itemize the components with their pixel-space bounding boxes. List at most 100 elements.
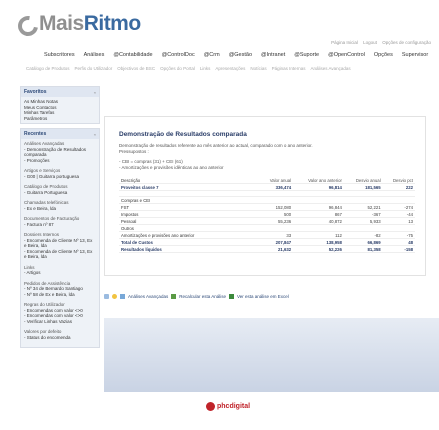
recent-item[interactable]: - Demonstração de Resultados comparada [24, 147, 96, 158]
table-cell: 66,869 [343, 238, 383, 246]
table-cell: 5,933 [343, 217, 383, 225]
recent-item[interactable]: - Status do encomenda [24, 335, 96, 341]
table-cell [343, 196, 383, 204]
table-cell: 181,565 [343, 183, 383, 191]
home-link[interactable]: Página Inicial [331, 40, 358, 45]
table-cell [259, 196, 294, 204]
content-background [104, 318, 439, 392]
recent-item[interactable]: - Guitarra Portuguesa [24, 190, 96, 196]
submenu-item[interactable]: Notícias [250, 66, 266, 71]
table-row: Pessoal 55,236 40,872 5,933 13 [119, 217, 415, 225]
table-cell: 152,080 [259, 203, 294, 211]
table-row: Compras e CEI [119, 196, 415, 204]
submenu-item[interactable]: Apresentações [215, 66, 245, 71]
menu-item-analises[interactable]: Análises [84, 52, 105, 58]
recent-item[interactable]: - Nº 58 de Ex e Beira, lda [24, 292, 96, 298]
main-menu: Subscritores Análises @Contabilidade @Co… [44, 52, 428, 58]
excel-link[interactable]: Ver esta análise em Excel [237, 294, 289, 299]
table-row: Proveitos classe 7 336,474 96,814 181,565 22… [119, 183, 415, 191]
table-cell: 55,236 [259, 217, 294, 225]
report-formulas: - CBI = compras (31) + CEI (61) - Amorti… [119, 159, 224, 170]
left-sidebar: Favoritos « As Minhas Notas Meus Contacto… [20, 86, 100, 402]
table-cell: 867 [293, 210, 344, 218]
submenu-item[interactable]: Análises Avançadas [310, 66, 350, 71]
submenu-item[interactable]: Opções do Portal [160, 66, 195, 71]
submenu-item[interactable]: Perfis do Utilizador [75, 66, 113, 71]
analyses-link[interactable]: Análises Avançadas [128, 294, 168, 299]
table-cell: -158 [382, 245, 415, 253]
table-cell: -274 [382, 203, 415, 211]
back-icon[interactable] [104, 294, 109, 299]
phc-logo-icon [206, 402, 215, 411]
menu-item-controldoc[interactable]: @ControlDoc [162, 52, 195, 58]
favorites-title: Favoritos [24, 89, 47, 95]
table-cell: 52,221 [343, 203, 383, 211]
menu-item-supervisor[interactable]: Supervisor [402, 52, 428, 58]
star-icon[interactable] [112, 294, 117, 299]
menu-item-opcoes[interactable]: Opções [374, 52, 393, 58]
table-cell: 48 [382, 238, 415, 246]
menu-item-crm[interactable]: @Crm [204, 52, 220, 58]
settings-link[interactable]: Opções de configuração [382, 40, 431, 45]
recent-item[interactable]: - G00 | Guitarra portuguesa [24, 174, 96, 180]
table-row: Outros [119, 224, 415, 232]
menu-item-suporte[interactable]: @Suporte [294, 52, 319, 58]
recent-item[interactable]: - Factura nº 87 [24, 222, 96, 228]
list-icon[interactable] [120, 294, 125, 299]
table-cell: 96,814 [293, 183, 344, 191]
collapse-icon[interactable]: « [94, 132, 96, 137]
recalculate-link[interactable]: Recalcular esta Análise [179, 294, 226, 299]
recent-item[interactable]: - Encomenda de Cliente Nº 13, Ex e Beira… [24, 238, 96, 249]
favorite-item[interactable]: Parâmetros [24, 116, 96, 122]
report-panel: Demonstração de Resultados comparada Dem… [104, 116, 426, 276]
table-cell: 33 [259, 231, 294, 239]
collapse-icon[interactable]: « [94, 90, 96, 95]
row-label: Compras e CEI [119, 196, 259, 204]
logout-link[interactable]: Logout [363, 40, 377, 45]
menu-item-subscritores[interactable]: Subscritores [44, 52, 75, 58]
menu-item-gestao[interactable]: @Gestão [229, 52, 252, 58]
excel-icon [228, 294, 234, 299]
table-cell: 112 [293, 231, 344, 239]
phc-logo[interactable]: phcdigital [206, 402, 250, 411]
table-cell: 222 [382, 183, 415, 191]
table-cell: 21,632 [259, 245, 294, 253]
table-cell: 500 [259, 210, 294, 218]
table-cell [382, 196, 415, 204]
table-row: FST 152,080 96,844 52,221 -274 [119, 203, 415, 211]
submenu-item[interactable]: Catálogo de Produtos [26, 66, 70, 71]
table-cell: 207,847 [259, 238, 294, 246]
table-cell: 138,958 [293, 238, 344, 246]
row-label: Total de Custos [119, 238, 259, 246]
table-cell: -75 [382, 231, 415, 239]
recent-item[interactable]: - Artigos [24, 270, 96, 276]
menu-item-opencontrol[interactable]: @OpenControl [328, 52, 365, 58]
submenu-item[interactable]: Objectivos de BSC [117, 66, 155, 71]
table-cell [382, 224, 415, 232]
app-logo[interactable]: MaisRitmo [14, 12, 141, 40]
row-label: FST [119, 203, 259, 211]
recent-item[interactable]: - Verificar Linhas Vazias [24, 319, 96, 325]
menu-item-contabilidade[interactable]: @Contabilidade [113, 52, 152, 58]
table-cell: 81,358 [343, 245, 383, 253]
recent-item[interactable]: - Promoções [24, 158, 96, 164]
table-cell [293, 196, 344, 204]
logo-mark-icon [14, 12, 42, 40]
recent-item[interactable]: - Encomenda de Cliente Nº 13, Ex e Beira… [24, 249, 96, 260]
row-label: Outros [119, 224, 259, 232]
sub-menu: Catálogo de Produtos Perfis do Utilizado… [26, 66, 351, 71]
table-cell: -44 [382, 210, 415, 218]
top-links: Página Inicial Logout Opções de configur… [327, 40, 431, 45]
table-cell: 52,226 [293, 245, 344, 253]
menu-item-intranet[interactable]: @Intranet [261, 52, 285, 58]
row-label: Impostos [119, 210, 259, 218]
table-row: Total de Custos 207,847 138,958 66,869 48 [119, 238, 415, 246]
submenu-item[interactable]: Links [200, 66, 211, 71]
submenu-item[interactable]: Páginas Internas [272, 66, 306, 71]
row-label: Proveitos classe 7 [119, 183, 259, 191]
logo-text-left: Mais [39, 12, 84, 35]
recent-item[interactable]: - Ex e Beira, lda [24, 206, 96, 212]
recalc-icon [171, 294, 177, 299]
recents-title: Recentes [24, 131, 47, 137]
table-cell [259, 224, 294, 232]
